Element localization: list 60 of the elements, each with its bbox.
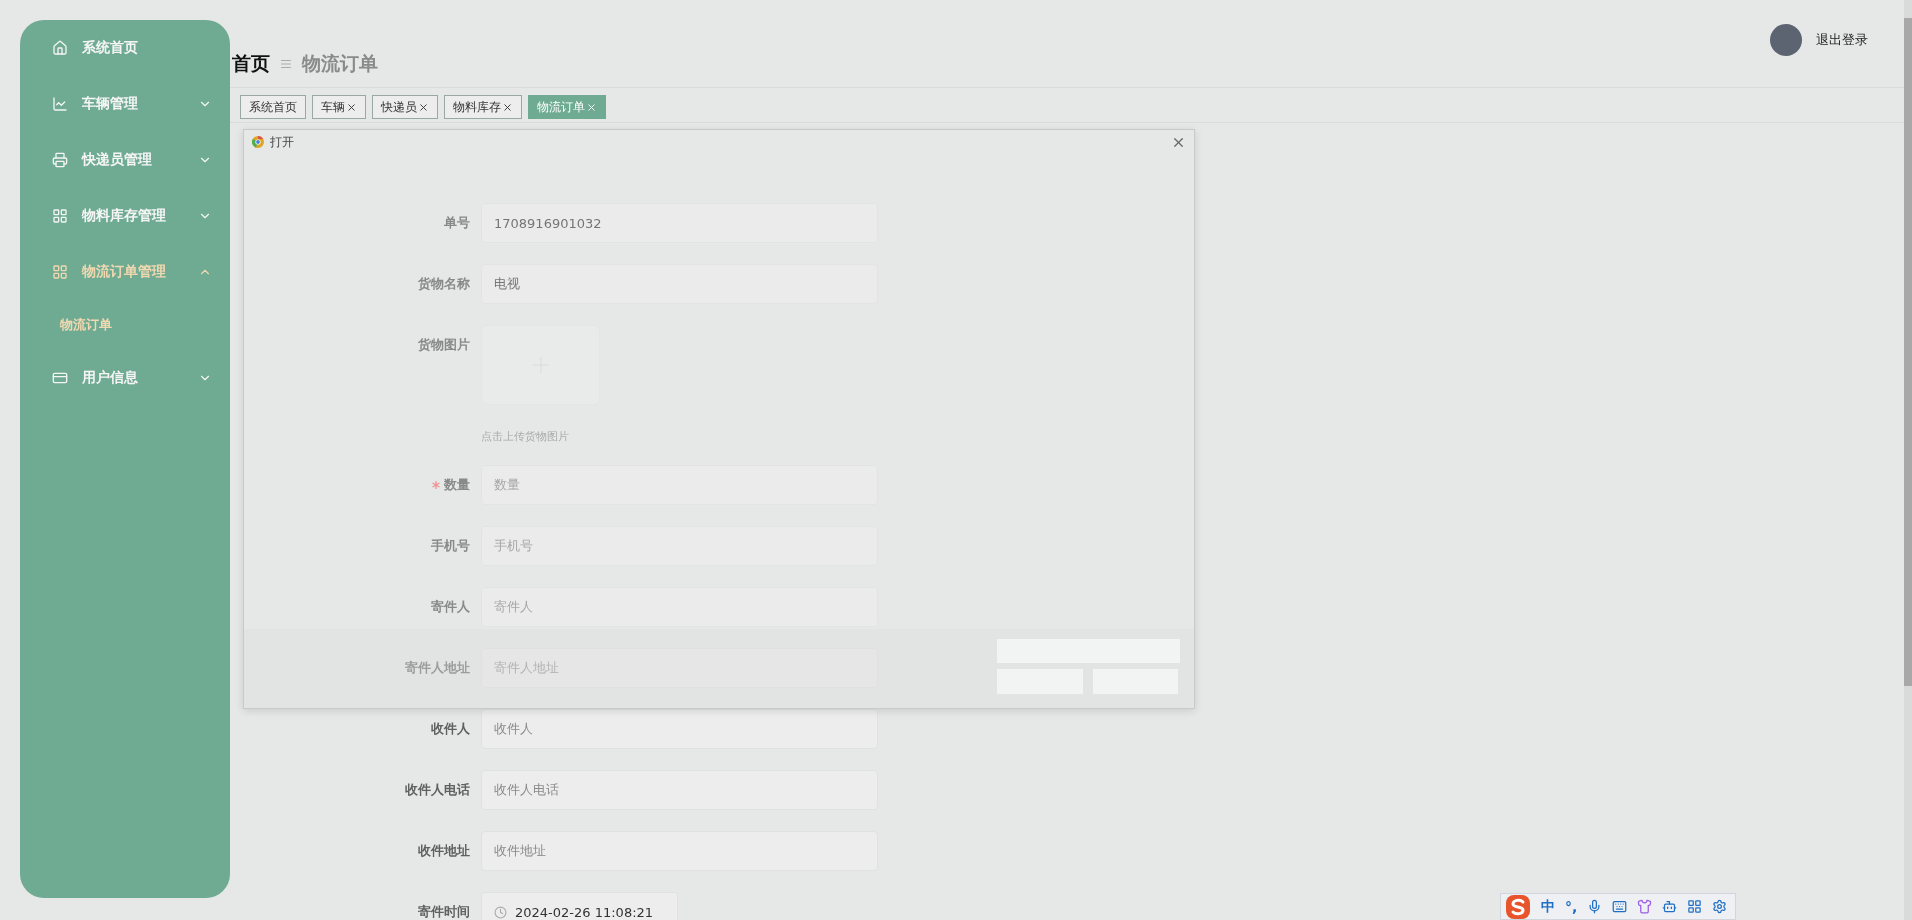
- logo-icon[interactable]: [1505, 893, 1531, 920]
- tab[interactable]: 物流订单: [528, 95, 606, 119]
- dialog-title: 打开: [270, 133, 295, 151]
- separator-icon: [280, 57, 292, 70]
- chart-icon: [52, 96, 68, 112]
- sidebar-item[interactable]: 用户信息: [20, 350, 230, 406]
- grid-icon[interactable]: [1687, 899, 1703, 914]
- printer-icon: [52, 152, 68, 168]
- shirt-icon[interactable]: [1637, 899, 1653, 914]
- field-label: 货物名称: [417, 275, 470, 293]
- date-field[interactable]: 2024-02-26 11:08:21: [481, 892, 678, 920]
- tab[interactable]: 快递员: [372, 95, 438, 119]
- grid-icon: [52, 264, 68, 280]
- home-icon: [52, 40, 68, 56]
- field-label: 收件人电话: [404, 781, 470, 799]
- asterisk-icon: [432, 481, 440, 489]
- breadcrumb-item[interactable]: 首页: [232, 50, 270, 77]
- tab[interactable]: 物料库存: [444, 95, 522, 119]
- sidebar-item[interactable]: 车辆管理: [20, 76, 230, 132]
- browser-icon: [252, 136, 264, 148]
- settings-icon[interactable]: [1712, 899, 1728, 914]
- field-label: 数量: [350, 465, 470, 505]
- input-field[interactable]: 1708916901032: [481, 203, 878, 243]
- sidebar-item[interactable]: 快递员管理: [20, 132, 230, 188]
- close-icon[interactable]: [502, 101, 513, 113]
- field-label: 单号: [443, 214, 470, 232]
- input-field[interactable]: 数量: [481, 465, 878, 505]
- ime-button[interactable]: °,: [1565, 898, 1578, 915]
- sidebar-item[interactable]: 系统首页: [20, 20, 230, 76]
- input-field[interactable]: 寄件人: [481, 587, 878, 627]
- ime-button[interactable]: 中: [1541, 897, 1555, 916]
- grid-icon: [52, 208, 68, 224]
- close-icon[interactable]: [346, 101, 357, 113]
- sidebar-item[interactable]: 物流订单管理: [20, 244, 230, 300]
- input-field[interactable]: 收件人电话: [481, 770, 878, 810]
- clock-icon: [494, 905, 507, 919]
- avatar[interactable]: [1770, 24, 1802, 56]
- input-field[interactable]: 电视: [481, 264, 878, 304]
- field-label: 货物图片: [417, 336, 470, 354]
- sidebar-subitem[interactable]: 物流订单: [20, 300, 230, 350]
- mic-icon[interactable]: [1587, 899, 1603, 914]
- input-field[interactable]: 收件地址: [481, 831, 878, 871]
- sidebar-item[interactable]: 物料库存管理: [20, 188, 230, 244]
- logout-link[interactable]: 退出登录: [1816, 31, 1868, 49]
- tab[interactable]: 系统首页: [240, 95, 306, 119]
- card-icon: [52, 370, 68, 386]
- close-icon[interactable]: [418, 101, 429, 113]
- field-label: 寄件人地址: [404, 659, 470, 677]
- field-label: 寄件时间: [417, 903, 470, 920]
- breadcrumb-item: 物流订单: [302, 50, 378, 76]
- input-field[interactable]: 收件人: [481, 709, 878, 749]
- field-label: 手机号: [430, 537, 470, 555]
- bot-icon[interactable]: [1662, 899, 1678, 914]
- tab[interactable]: 车辆: [312, 95, 366, 119]
- field-label: 寄件人: [430, 598, 470, 616]
- scrollbar[interactable]: [1904, 0, 1912, 920]
- input-field[interactable]: 手机号: [481, 526, 878, 566]
- keyboard-icon[interactable]: [1612, 899, 1628, 914]
- field-label: 收件人: [430, 720, 470, 738]
- field-label: 收件地址: [417, 842, 470, 860]
